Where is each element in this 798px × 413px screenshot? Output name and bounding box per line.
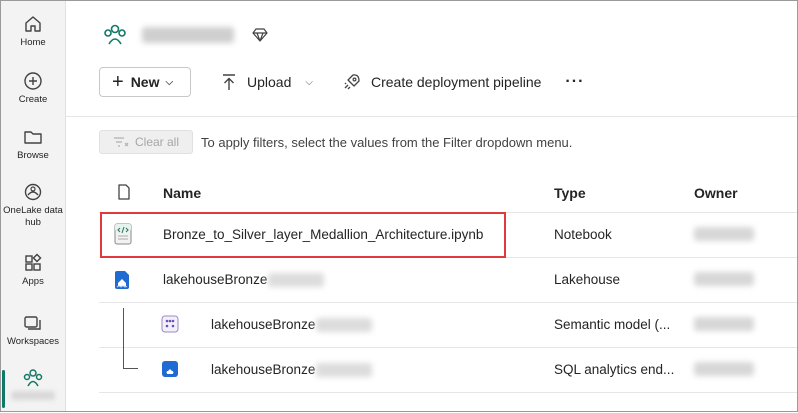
more-options-button[interactable]: ··· — [565, 73, 584, 91]
rocket-icon — [344, 74, 360, 90]
main-content: + New ⌵ Upload ⌵ Create deployment pipel… — [66, 0, 798, 412]
item-type: Semantic model (... — [554, 317, 671, 332]
item-owner — [694, 362, 754, 376]
item-name[interactable]: lakehouseBronze — [211, 362, 373, 378]
table-row[interactable]: lakehouseBronze SQL analytics end... — [99, 346, 798, 392]
item-type: SQL analytics end... — [554, 362, 675, 377]
chevron-down-icon: ⌵ — [305, 76, 313, 88]
sql-endpoint-icon — [162, 361, 178, 377]
semantic-model-icon — [161, 315, 179, 333]
column-header-owner[interactable]: Owner — [694, 185, 738, 201]
upload-icon — [223, 74, 235, 90]
nav-onelake-label: OneLake data hub — [3, 205, 63, 228]
home-icon — [25, 16, 41, 32]
item-owner — [694, 227, 754, 241]
upload-label: Upload — [247, 74, 292, 90]
table-row[interactable]: Bronze_to_Silver_layer_Medallion_Archite… — [99, 212, 798, 257]
clear-all-label: Clear all — [134, 135, 179, 149]
workspace-icon — [104, 24, 126, 45]
premium-diamond-icon — [252, 28, 268, 42]
lakehouse-icon — [115, 271, 129, 289]
file-type-icon — [117, 184, 131, 203]
nav-apps[interactable]: Apps — [0, 253, 66, 288]
workspace-group-icon — [23, 369, 43, 387]
left-nav-rail: Home Create Browse OneLake data hub Apps… — [0, 0, 66, 412]
workspace-header — [102, 22, 268, 48]
filter-row: Clear all To apply filters, select the v… — [99, 130, 572, 154]
notebook-icon — [114, 223, 132, 245]
item-name[interactable]: lakehouseBronze — [211, 317, 373, 333]
nav-create-label: Create — [18, 94, 48, 105]
item-name-text: lakehouseBronze — [211, 317, 316, 332]
nav-browse-label: Browse — [17, 150, 49, 161]
new-button-label: New — [130, 74, 160, 90]
table-row[interactable] — [99, 392, 798, 413]
apps-icon — [25, 253, 42, 271]
workspaces-icon — [24, 316, 41, 330]
column-header-name[interactable]: Name — [163, 185, 201, 201]
create-icon — [24, 72, 42, 90]
item-owner — [694, 272, 754, 286]
item-type: Lakehouse — [554, 272, 621, 287]
nav-onelake[interactable]: OneLake data hub — [0, 182, 66, 229]
nav-apps-label: Apps — [22, 276, 44, 287]
filter-hint: To apply filters, select the values from… — [201, 134, 573, 150]
workspace-toolbar: + New ⌵ Upload ⌵ Create deployment pipel… — [99, 66, 584, 98]
plus-icon: + — [112, 71, 124, 93]
item-name-text: lakehouseBronze — [211, 362, 316, 377]
item-owner — [694, 317, 754, 331]
chevron-down-icon: ⌵ — [165, 76, 174, 88]
items-table: Name Type Owner Bronze_to_Silver_layer_M… — [99, 172, 798, 413]
table-header: Name Type Owner — [99, 172, 798, 212]
nav-workspaces[interactable]: Workspaces — [0, 313, 66, 348]
tree-connector — [123, 346, 138, 369]
nav-current-workspace[interactable] — [0, 368, 66, 408]
create-deployment-pipeline-label: Create deployment pipeline — [370, 74, 542, 90]
nav-home[interactable]: Home — [0, 14, 66, 49]
nav-workspaces-label: Workspaces — [6, 336, 60, 347]
nav-create[interactable]: Create — [0, 71, 66, 106]
item-name-text: lakehouseBronze — [163, 272, 268, 287]
item-name[interactable]: Bronze_to_Silver_layer_Medallion_Archite… — [163, 227, 483, 242]
nav-browse[interactable]: Browse — [0, 127, 66, 162]
clear-filter-icon — [113, 137, 129, 147]
folder-icon — [24, 131, 42, 144]
table-row[interactable]: lakehouseBronze Semantic model (... — [99, 302, 798, 368]
create-deployment-pipeline-button[interactable]: Create deployment pipeline — [343, 73, 541, 91]
onelake-icon — [24, 183, 42, 201]
item-type: Notebook — [554, 227, 612, 242]
clear-all-button[interactable]: Clear all — [99, 130, 193, 154]
table-row[interactable]: lakehouseBronze Lakehouse — [99, 257, 798, 302]
workspace-name — [142, 27, 234, 43]
toolbar-divider — [66, 116, 798, 117]
column-header-type[interactable]: Type — [554, 185, 586, 201]
upload-button[interactable]: Upload ⌵ — [221, 73, 313, 91]
nav-home-label: Home — [20, 37, 46, 48]
new-button[interactable]: + New ⌵ — [99, 67, 191, 97]
nav-current-workspace-label — [11, 391, 55, 400]
item-name[interactable]: lakehouseBronze — [163, 272, 325, 288]
